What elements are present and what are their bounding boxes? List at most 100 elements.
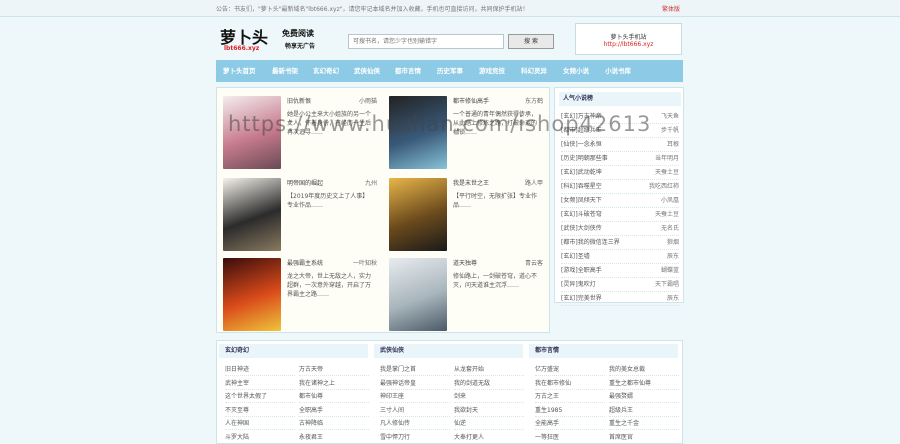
ranking-item-title[interactable]: 我的微信连三界 (578, 239, 620, 246)
category-list-item[interactable]: 一等狂医 (535, 431, 605, 444)
ranking-item-title[interactable]: 明朝那些事 (578, 155, 608, 162)
category-list-item[interactable]: 我欲封天 (454, 404, 524, 417)
book-card[interactable]: 我是末世之王 路人甲 【平行时空，无限扩张】专业作品…… (383, 174, 543, 252)
category-list-item[interactable]: 雪中悍刀行 (380, 431, 450, 444)
category-list-item[interactable]: 全职高手 (299, 404, 369, 417)
category-list-item[interactable]: 全能高手 (535, 417, 605, 430)
book-title[interactable]: 明帝国的崛起 (287, 178, 323, 187)
category-list-item[interactable]: 三寸人间 (380, 404, 450, 417)
category-list-item[interactable]: 亿万盛宠 (535, 363, 605, 376)
ranking-item[interactable]: [玄幻]武动乾坤 天蚕土豆 (561, 166, 679, 180)
category-list-item[interactable]: 不灭至尊 (225, 404, 295, 417)
category-list-item[interactable]: 最强神话帝皇 (380, 377, 450, 390)
category-list-item[interactable]: 永夜君王 (299, 431, 369, 444)
ranking-item-category: [玄幻] (561, 295, 578, 302)
category-list-item[interactable]: 斗罗大陆 (225, 431, 295, 444)
ranking-item-title[interactable]: 斗破苍穹 (578, 211, 602, 218)
ranking-item[interactable]: [玄幻]圣墟 辰东 (561, 250, 679, 264)
nav-home[interactable]: 萝卜头首页 (223, 60, 256, 82)
book-title[interactable]: 旧仇新恨 (287, 96, 311, 105)
ranking-item[interactable]: [都市]我的微信连三界 狼烟 (561, 236, 679, 250)
category-list-item[interactable]: 万古之王 (535, 390, 605, 403)
category-list-item[interactable]: 万古天帝 (299, 363, 369, 376)
mobile-site-box[interactable]: 萝卜头手机站 http://lbt666.xyz (575, 23, 682, 55)
ranking-item[interactable]: [灵异]鬼吹灯 天下霸唱 (561, 278, 679, 292)
book-card[interactable]: 明帝国的崛起 九州 【2019年度历史文上了人事】专业作品…… (217, 174, 377, 252)
nav-latest[interactable]: 最新书架 (272, 60, 298, 82)
book-cover[interactable] (223, 178, 281, 251)
ranking-item-title[interactable]: 武动乾坤 (578, 169, 602, 176)
ranking-item[interactable]: [科幻]吞噬星空 我吃西红柿 (561, 180, 679, 194)
category-list-item[interactable]: 我在诸神之上 (299, 377, 369, 390)
book-card[interactable]: 最强霸主系统 一叶知秋 龙之大帝，世上无敌之人，实力超群，一次意外穿越，开启了万… (217, 254, 377, 332)
ranking-item-title[interactable]: 完美世界 (578, 295, 602, 302)
category-column-title[interactable]: 武侠仙侠 (374, 344, 523, 358)
ranking-item[interactable]: [游戏]全职高手 蝴蝶蓝 (561, 264, 679, 278)
ranking-item-category: [玄幻] (561, 253, 578, 260)
category-list-item[interactable]: 最强赘婿 (609, 390, 679, 403)
category-list-item[interactable]: 剑来 (454, 390, 524, 403)
book-cover[interactable] (223, 258, 281, 331)
ranking-item-author: 小凤凰 (660, 197, 679, 204)
nav-fantasy[interactable]: 玄幻奇幻 (313, 60, 339, 82)
ranking-item-author: 飞天鱼 (660, 113, 679, 120)
nav-history[interactable]: 历史军事 (437, 60, 463, 82)
book-cover[interactable] (389, 258, 447, 331)
book-cover[interactable] (389, 178, 447, 251)
ranking-item-author: 我吃西红柿 (648, 183, 679, 190)
category-list-item[interactable]: 我的剑道无敌 (454, 377, 524, 390)
category-list-item[interactable]: 都市仙尊 (299, 390, 369, 403)
category-column-title[interactable]: 都市言情 (529, 344, 678, 358)
category-list-item[interactable]: 首席医官 (609, 431, 679, 444)
ranking-item-title[interactable]: 凤倾天下 (578, 197, 602, 204)
book-title[interactable]: 最强霸主系统 (287, 258, 323, 267)
category-list-item[interactable]: 古神降临 (299, 417, 369, 430)
category-list-item[interactable]: 旧日神迹 (225, 363, 295, 376)
ranking-item[interactable]: [玄幻]斗破苍穹 天蚕土豆 (561, 208, 679, 222)
category-list-item[interactable]: 重生1985 (535, 404, 605, 417)
ranking-item-title[interactable]: 圣墟 (578, 253, 590, 260)
ranking-item-category: [玄幻] (561, 211, 578, 218)
mobile-site-url[interactable]: http://lbt666.xyz (576, 41, 681, 48)
ranking-item[interactable]: [武侠]大剑侠传 无名氏 (561, 222, 679, 236)
ranking-item[interactable]: [仙侠]一念永恒 耳根 (561, 138, 679, 152)
category-list-item[interactable]: 我是掌门之首 (380, 363, 450, 376)
traditional-chinese-link[interactable]: 繁体版 (662, 4, 680, 13)
nav-scifi[interactable]: 科幻灵异 (521, 60, 547, 82)
ranking-item-title[interactable]: 鬼吹灯 (578, 281, 596, 288)
ranking-item-title[interactable]: 吞噬星空 (578, 183, 602, 190)
category-list-item[interactable]: 这个世界太假了 (225, 390, 295, 403)
category-list-item[interactable]: 大奉打更人 (454, 431, 524, 444)
ranking-item[interactable]: [历史]明朝那些事 当年明月 (561, 152, 679, 166)
ranking-item[interactable]: [女频]凤倾天下 小凤凰 (561, 194, 679, 208)
category-list-item[interactable]: 重生之都市仙尊 (609, 377, 679, 390)
category-list-item[interactable]: 神印王座 (380, 390, 450, 403)
book-card[interactable]: 道天独尊 青云客 修仙路上，一剑破苍穹，道心不灭，问天道谁主沉浮…… (383, 254, 543, 332)
search-button[interactable]: 搜 索 (508, 34, 554, 49)
category-list-item[interactable]: 我的美女总裁 (609, 363, 679, 376)
ranking-item[interactable]: [玄幻]完美世界 辰东 (561, 292, 679, 306)
category-list-item[interactable]: 从龙套开始 (454, 363, 524, 376)
category-column-title[interactable]: 玄幻奇幻 (219, 344, 368, 358)
search-input[interactable] (348, 34, 504, 49)
nav-games[interactable]: 游戏竞技 (479, 60, 505, 82)
category-list-item[interactable]: 我在都市修仙 (535, 377, 605, 390)
category-list-item[interactable]: 人在神国 (225, 417, 295, 430)
ranking-item-title[interactable]: 大剑侠传 (578, 225, 602, 232)
category-list-item[interactable]: 凡人修仙传 (380, 417, 450, 430)
nav-urban[interactable]: 都市言情 (395, 60, 421, 82)
category-list-item[interactable]: 武神主宰 (225, 377, 295, 390)
nav-female[interactable]: 女频小说 (563, 60, 589, 82)
category-list-item[interactable]: 仙逆 (454, 417, 524, 430)
category-list-item[interactable]: 超级兵王 (609, 404, 679, 417)
ranking-item-title[interactable]: 全职高手 (578, 267, 602, 274)
ranking-item-title[interactable]: 一念永恒 (578, 141, 602, 148)
nav-wuxia[interactable]: 武侠仙侠 (354, 60, 380, 82)
book-title[interactable]: 我是末世之王 (453, 178, 489, 187)
book-title[interactable]: 道天独尊 (453, 258, 477, 267)
category-list-item[interactable]: 重生之千金 (609, 417, 679, 430)
book-title[interactable]: 都市修仙高手 (453, 96, 489, 105)
nav-library[interactable]: 小说书库 (605, 60, 631, 82)
ranking-item-author: 蝴蝶蓝 (660, 267, 679, 274)
ranking-item-author: 狼烟 (666, 239, 679, 246)
